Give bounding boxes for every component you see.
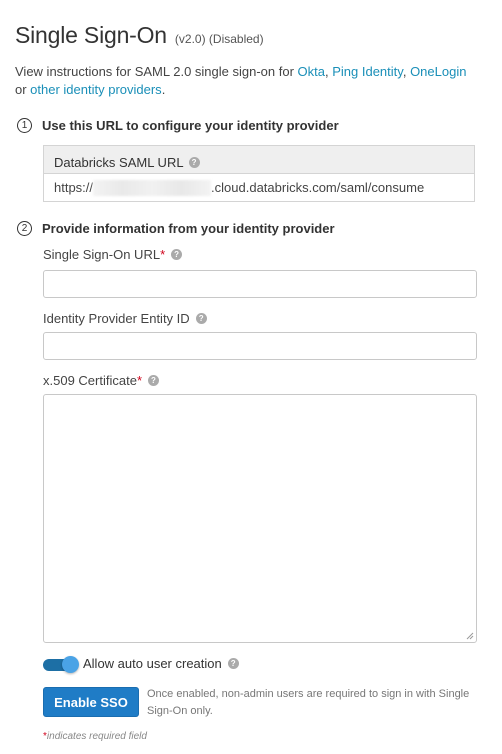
resize-handle-icon[interactable] [466,632,474,640]
saml-url-header: Databricks SAML URL ? [44,146,474,174]
okta-link[interactable]: Okta [298,64,325,79]
help-icon[interactable]: ? [195,313,207,324]
toggle-knob [62,655,79,673]
saml-url-label: Databricks SAML URL [54,155,184,170]
page-header: Single Sign-On (v2.0) (Disabled) [15,22,264,49]
ping-identity-link[interactable]: Ping Identity [332,64,403,79]
intro-separator: , [402,64,411,79]
help-icon[interactable]: ? [227,658,239,669]
required-footnote: *indicates required field [43,731,147,742]
version-status: (v2.0) (Disabled) [174,32,264,46]
intro-text: View instructions for SAML 2.0 single si… [15,63,485,99]
step-2-title: Provide information from your identity p… [42,221,335,236]
auto-user-creation-toggle[interactable] [43,655,79,673]
onelogin-link[interactable]: OneLogin [410,64,466,79]
step-1-number: 1 [17,118,32,133]
step-2-header: 2 Provide information from your identity… [17,221,335,236]
required-marker: * [136,373,142,388]
entity-id-label-text: Identity Provider Entity ID [43,311,190,326]
intro-period: . [161,82,166,97]
certificate-label: x.509 Certificate * ? [43,373,159,388]
sso-url-input[interactable] [43,270,477,298]
enable-sso-button[interactable]: Enable SSO [43,687,139,717]
entity-id-input[interactable] [43,332,477,360]
step-1-header: 1 Use this URL to configure your identit… [17,118,339,133]
entity-id-label: Identity Provider Entity ID ? [43,311,207,326]
sso-url-label-text: Single Sign-On URL [43,247,161,262]
step-2-number: 2 [17,221,32,236]
help-icon[interactable]: ? [171,249,183,260]
help-icon[interactable]: ? [188,157,200,168]
certificate-label-text: x.509 Certificate [43,373,137,388]
auto-user-creation-row: Allow auto user creation ? [43,655,239,673]
other-providers-link[interactable]: other identity providers [30,82,162,97]
step-1-title: Use this URL to configure your identity … [42,118,339,133]
help-icon[interactable]: ? [148,375,159,386]
saml-url-box: Databricks SAML URL ? https:// .cloud.da… [43,145,475,202]
certificate-textarea[interactable] [43,394,477,643]
auto-user-creation-label: Allow auto user creation ? [83,656,239,671]
required-footnote-text: indicates required field [46,731,147,742]
sso-settings-page: Single Sign-On (v2.0) (Disabled) View in… [0,0,502,754]
enable-sso-note: Once enabled, non-admin users are requir… [147,688,470,717]
saml-url-value[interactable]: https:// .cloud.databricks.com/saml/cons… [44,174,474,202]
sso-url-label: Single Sign-On URL * ? [43,247,183,262]
intro-or: or [15,82,31,97]
required-marker: * [160,247,166,262]
saml-url-prefix: https:// [54,180,94,195]
saml-url-suffix: .cloud.databricks.com/saml/consume [211,180,425,195]
redacted-workspace-name [93,180,212,196]
intro-lead: View instructions for SAML 2.0 single si… [15,64,298,79]
page-title: Single Sign-On [15,22,167,48]
auto-user-creation-label-text: Allow auto user creation [83,656,222,671]
